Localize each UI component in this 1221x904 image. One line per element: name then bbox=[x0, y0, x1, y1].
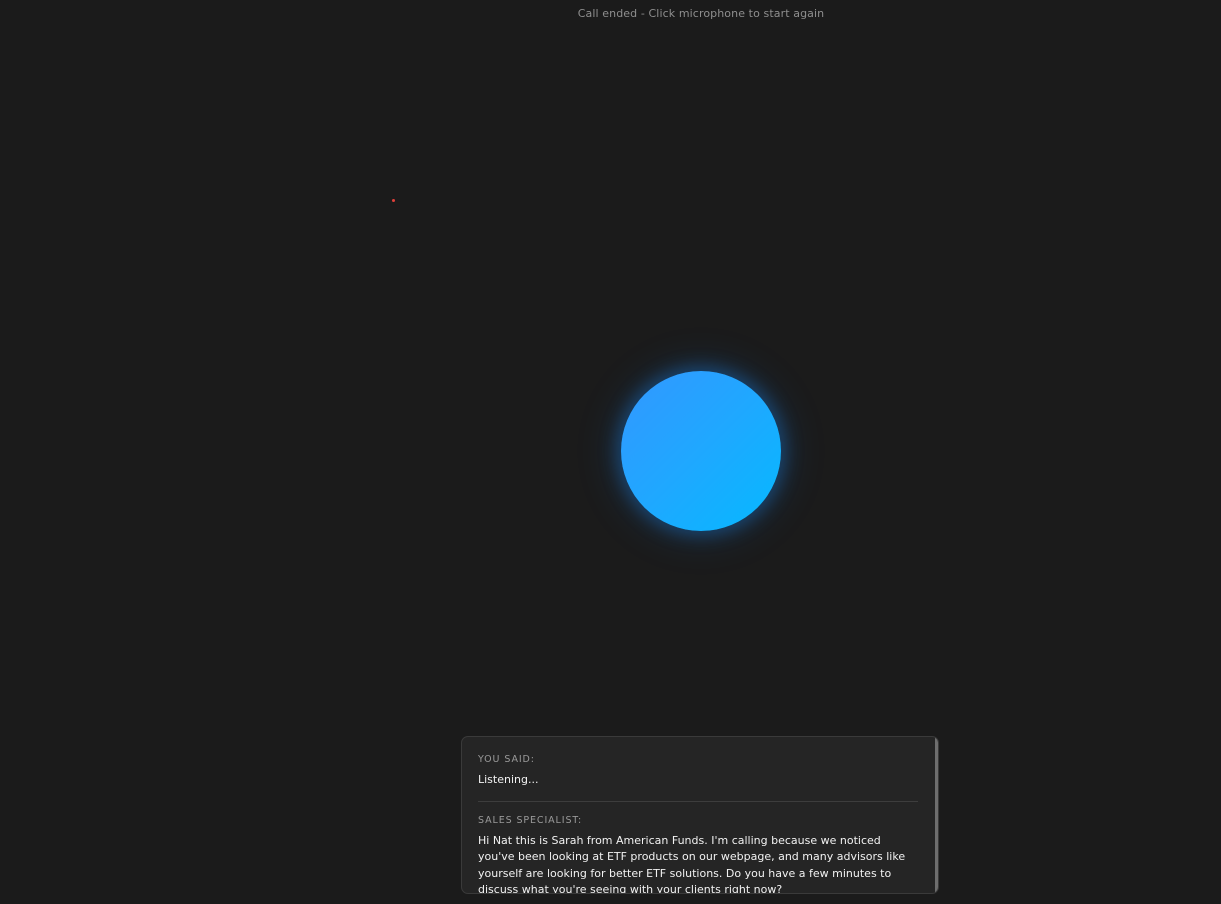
user-speech-text: Listening... bbox=[478, 773, 539, 786]
transcript-divider bbox=[478, 800, 918, 802]
call-screen: Call ended - Click microphone to start a… bbox=[0, 0, 1221, 904]
cursor-dot bbox=[392, 199, 395, 202]
transcript-content: YOU SAID: Listening... SALES SPECIALIST:… bbox=[462, 737, 934, 893]
transcript-scrollbar[interactable] bbox=[935, 737, 938, 893]
agent-speech-text: Hi Nat this is Sarah from American Funds… bbox=[478, 833, 906, 894]
call-status-text: Call ended - Click microphone to start a… bbox=[577, 7, 825, 20]
microphone-orb-button[interactable] bbox=[621, 371, 781, 531]
agent-speech-label: SALES SPECIALIST: bbox=[478, 814, 583, 826]
user-speech-label: YOU SAID: bbox=[478, 754, 535, 765]
transcript-panel: YOU SAID: Listening... SALES SPECIALIST:… bbox=[461, 736, 939, 894]
